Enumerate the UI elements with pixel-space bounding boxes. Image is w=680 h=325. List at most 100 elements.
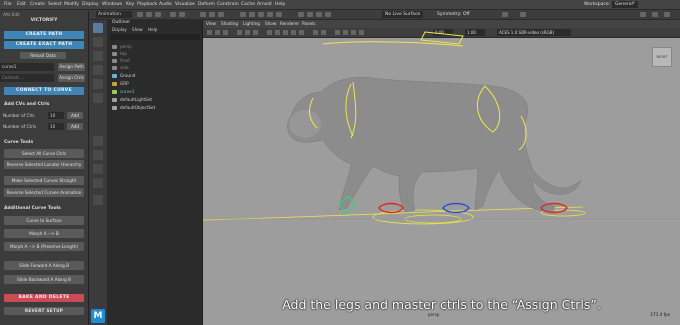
lasso-tool-icon[interactable]	[93, 37, 103, 47]
bake-and-delete-button[interactable]: BAKE AND DELETE	[4, 294, 84, 302]
outliner-item[interactable]: persp	[120, 44, 132, 49]
menu-windows[interactable]: Windows	[102, 0, 122, 9]
menu-set-select[interactable]: Animation	[96, 11, 132, 18]
reverse-curves-animation-button[interactable]: Reverse Selected Curves Animation	[4, 188, 84, 197]
menu-edit[interactable]: Edit	[17, 0, 26, 9]
outliner-item[interactable]: defaultObjectSet	[120, 105, 155, 110]
menu-cache[interactable]: Cache	[241, 0, 255, 9]
snap-point-icon[interactable]	[258, 12, 264, 17]
maya-logo-icon: M	[91, 309, 105, 323]
sculpt-icon[interactable]	[502, 12, 508, 17]
outliner-item[interactable]: top	[120, 51, 127, 56]
outliner-menu-display[interactable]: Display	[112, 27, 127, 32]
panel-tab[interactable]: Attr.Edit	[3, 12, 20, 17]
num-cvs-label: Number of CVs	[3, 113, 35, 118]
add-ctrls-button[interactable]: Add	[67, 123, 83, 130]
assign-path-button[interactable]: Assign Path	[58, 63, 85, 71]
symmetry-select[interactable]: Symmetry: Off	[437, 10, 470, 19]
menu-file[interactable]: File	[4, 0, 12, 9]
zoom-tool-icon[interactable]	[93, 195, 103, 205]
select-component-icon[interactable]	[218, 12, 224, 17]
toggle-attribute-icon[interactable]	[652, 12, 658, 17]
toggle-channel-icon[interactable]	[664, 12, 670, 17]
scale-tool-icon[interactable]	[93, 93, 103, 103]
snap-curve-icon[interactable]	[249, 12, 255, 17]
slide-backward-button[interactable]: Slide Backward A Along B	[4, 275, 84, 284]
undo-icon[interactable]	[170, 12, 176, 17]
new-scene-icon[interactable]	[137, 12, 143, 17]
controls-field[interactable]: Controls ...	[0, 74, 54, 82]
reload-data-button[interactable]: Reload Data	[20, 52, 66, 59]
outliner-layout-icon[interactable]	[93, 178, 103, 188]
add-cvs-button[interactable]: Add	[67, 112, 83, 119]
outliner-item[interactable]: GRP	[120, 81, 129, 86]
rotate-tool-icon[interactable]	[93, 79, 103, 89]
reverse-locator-hierarchy-button[interactable]: Reverse Selected Locator Hierarchy	[4, 160, 84, 169]
workspace-select[interactable]: General*	[612, 1, 638, 8]
section-add-cvs[interactable]: Add CVs and Ctrls	[4, 102, 49, 107]
snap-view-icon[interactable]	[267, 12, 273, 17]
snap-surface-icon[interactable]	[276, 12, 282, 17]
outliner-item[interactable]: defaultLightSet	[120, 97, 152, 102]
menu-key[interactable]: Key	[126, 0, 134, 9]
menu-playback[interactable]: Playback	[137, 0, 157, 9]
make-curves-straight-button[interactable]: Make Selected Curves Straight	[4, 176, 84, 185]
outliner-item[interactable]: curve1	[120, 89, 134, 94]
connect-to-curve-button[interactable]: CONNECT TO CURVE	[4, 87, 84, 95]
curve-to-surface-button[interactable]: Curve to Surface	[4, 216, 84, 225]
morph-a-b-button[interactable]: Morph A --> B	[4, 229, 84, 238]
menu-visualize[interactable]: Visualize	[175, 0, 195, 9]
outliner-item[interactable]: side	[120, 65, 129, 70]
outliner-item[interactable]: front	[120, 58, 130, 63]
outliner-title: Outliner	[112, 20, 131, 25]
select-hierarchy-icon[interactable]	[200, 12, 206, 17]
move-tool-icon[interactable]	[93, 65, 103, 75]
single-view-icon[interactable]	[93, 136, 103, 146]
menu-arnold[interactable]: Arnold	[257, 0, 272, 9]
ipr-render-icon[interactable]	[307, 12, 313, 17]
render-settings-icon[interactable]	[316, 12, 322, 17]
curve-field[interactable]: curve1	[0, 63, 54, 71]
toggle-panel-icon[interactable]	[640, 12, 646, 17]
menu-constrain[interactable]: Constrain	[217, 0, 239, 9]
outliner-search-input[interactable]	[110, 34, 200, 40]
num-cvs-input[interactable]: 10	[48, 112, 64, 119]
mesh-icon	[112, 74, 117, 78]
menu-help[interactable]: Help	[275, 0, 285, 9]
hypershade-icon[interactable]	[325, 12, 331, 17]
section-additional-tools[interactable]: Additional Curve Tools	[4, 206, 61, 211]
redo-icon[interactable]	[179, 12, 185, 17]
select-tool-icon[interactable]	[93, 23, 103, 33]
section-curve-tools[interactable]: Curve Tools	[4, 140, 33, 145]
menu-select[interactable]: Select	[48, 0, 62, 9]
revert-setup-button[interactable]: REVERT SETUP	[4, 307, 84, 315]
two-view-icon[interactable]	[93, 164, 103, 174]
create-exact-path-button[interactable]: CREATE EXACT PATH	[4, 41, 84, 49]
viewport[interactable]: View Shading Lighting Show Renderer Pane…	[203, 20, 680, 325]
num-ctrls-input[interactable]: 10	[48, 123, 64, 130]
assign-ctrls-button[interactable]: Assign Ctrls	[58, 74, 85, 82]
paint-select-tool-icon[interactable]	[93, 51, 103, 61]
render-icon[interactable]	[298, 12, 304, 17]
save-scene-icon[interactable]	[155, 12, 161, 17]
snap-grid-icon[interactable]	[240, 12, 246, 17]
outliner-item[interactable]: Ground	[120, 73, 135, 78]
user-icon[interactable]	[520, 12, 526, 17]
menu-create[interactable]: Create	[30, 0, 45, 9]
subtitle-caption: Add the legs and master ctrls to the “As…	[282, 297, 601, 312]
menu-deform[interactable]: Deform	[198, 0, 215, 9]
menu-display[interactable]: Display	[82, 0, 99, 9]
menu-audio[interactable]: Audio	[159, 0, 172, 9]
four-view-icon[interactable]	[93, 150, 103, 160]
outliner-menu-show[interactable]: Show	[132, 27, 143, 32]
workspace-label: Workspace:	[584, 2, 611, 7]
morph-a-b-length-button[interactable]: Morph A --> B (Preserve Length)	[4, 242, 84, 251]
live-surface-field[interactable]: No Live Surface	[382, 11, 424, 18]
outliner-menu-help[interactable]: Help	[148, 27, 157, 32]
create-path-button[interactable]: CREATE PATH	[4, 31, 84, 39]
menu-modify[interactable]: Modify	[64, 0, 79, 9]
open-scene-icon[interactable]	[146, 12, 152, 17]
select-object-icon[interactable]	[209, 12, 215, 17]
select-all-curve-ctrls-button[interactable]: Select All Curve Ctrls	[4, 149, 84, 158]
slide-forward-button[interactable]: Slide Forward A Along B	[4, 261, 84, 270]
